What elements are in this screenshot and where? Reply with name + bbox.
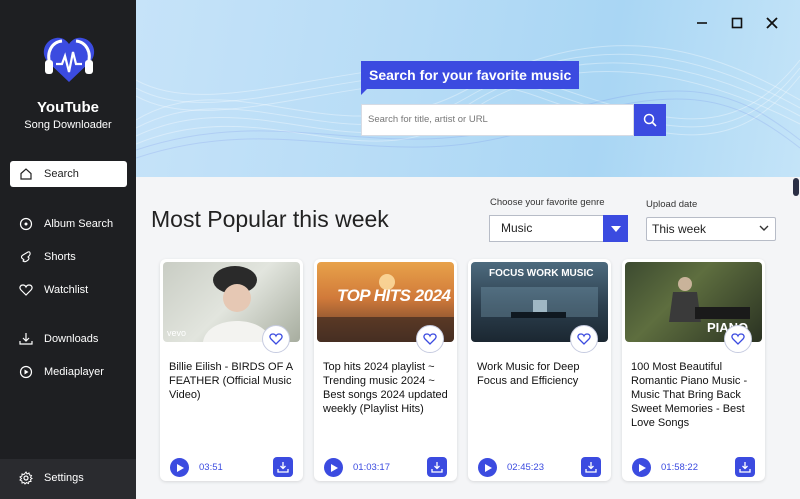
- search-input[interactable]: Search for title, artist or URL: [361, 104, 634, 136]
- sidebar-item-settings[interactable]: Settings: [10, 465, 127, 491]
- scrollbar-thumb[interactable]: [793, 178, 799, 196]
- sidebar-item-mediaplayer[interactable]: Mediaplayer: [10, 359, 127, 385]
- video-duration: 01:03:17: [353, 462, 390, 473]
- sidebar-item-label: Settings: [44, 472, 84, 484]
- upload-date-select[interactable]: This week: [646, 217, 776, 241]
- heart-icon: [18, 282, 34, 298]
- video-card[interactable]: vevo Billie Eilish - BIRDS OF A FEATHER …: [160, 259, 303, 481]
- thumbnail-label: TOP HITS 2024: [337, 286, 451, 305]
- video-title: Billie Eilish - BIRDS OF A FEATHER (Offi…: [169, 361, 293, 401]
- download-icon: [739, 462, 751, 473]
- sidebar-item-label: Search: [44, 168, 79, 180]
- play-icon: [484, 463, 492, 472]
- video-duration: 01:58:22: [661, 462, 698, 473]
- play-icon: [638, 463, 646, 472]
- sidebar-item-label: Downloads: [44, 333, 99, 345]
- upload-date-value: This week: [652, 222, 707, 236]
- video-title: Work Music for Deep Focus and Efficiency: [477, 361, 580, 387]
- download-button[interactable]: [273, 457, 293, 477]
- download-icon: [277, 462, 289, 473]
- sidebar-item-album-search[interactable]: Album Search: [10, 211, 127, 237]
- gear-icon: [18, 470, 34, 486]
- play-circle-icon: [18, 364, 34, 380]
- maximize-button[interactable]: [728, 14, 746, 32]
- sidebar-item-shorts[interactable]: Shorts: [10, 244, 127, 270]
- download-button[interactable]: [735, 457, 755, 477]
- app-logo-icon: [43, 37, 95, 82]
- thumbnail-label: FOCUS WORK MUSIC: [489, 268, 594, 279]
- search-icon: [643, 113, 657, 127]
- shorts-icon: [18, 249, 34, 265]
- search-header: Search for your favorite music Search fo…: [136, 0, 800, 177]
- play-icon: [176, 463, 184, 472]
- section-title: Most Popular this week: [151, 206, 389, 232]
- genre-value: Music: [501, 221, 533, 235]
- caret-down-icon: [603, 215, 628, 242]
- chevron-down-icon: [759, 225, 769, 231]
- sidebar-item-label: Shorts: [44, 251, 76, 263]
- thumbnail-label: vevo: [167, 328, 187, 338]
- download-icon: [585, 462, 597, 473]
- heart-icon: [423, 333, 437, 345]
- heart-icon: [577, 333, 591, 345]
- video-card[interactable]: TOP HITS 2024 Top hits 2024 playlist ~ T…: [314, 259, 457, 481]
- search-heading: Search for your favorite music: [361, 61, 580, 95]
- app-title: YouTube: [37, 99, 99, 116]
- app-subtitle: Song Downloader: [24, 119, 112, 131]
- favorite-button[interactable]: [570, 325, 598, 353]
- sidebar-item-label: Watchlist: [44, 284, 89, 296]
- download-button[interactable]: [581, 457, 601, 477]
- video-title: 100 Most Beautiful Romantic Piano Music …: [631, 361, 748, 429]
- video-card[interactable]: PIANO 100 Most Beautiful Romantic Piano …: [622, 259, 765, 481]
- sidebar-item-label: Mediaplayer: [44, 366, 104, 378]
- play-button[interactable]: [478, 458, 497, 477]
- close-button[interactable]: [763, 14, 781, 32]
- download-icon: [18, 331, 34, 347]
- heart-icon: [269, 333, 283, 345]
- sidebar-item-watchlist[interactable]: Watchlist: [10, 277, 127, 303]
- video-card[interactable]: FOCUS WORK MUSIC Work Music for Deep Foc…: [468, 259, 611, 481]
- play-button[interactable]: [632, 458, 651, 477]
- video-title: Top hits 2024 playlist ~ Trending music …: [323, 361, 448, 415]
- sidebar-item-downloads[interactable]: Downloads: [10, 326, 127, 352]
- play-icon: [330, 463, 338, 472]
- genre-label: Choose your favorite genre: [490, 197, 605, 208]
- sidebar-item-search[interactable]: Search: [10, 161, 127, 187]
- sidebar: YouTube Song Downloader Search Album Sea…: [0, 0, 136, 499]
- play-button[interactable]: [170, 458, 189, 477]
- heart-icon: [731, 333, 745, 345]
- play-button[interactable]: [324, 458, 343, 477]
- genre-select[interactable]: Music: [489, 215, 628, 242]
- search-button[interactable]: [634, 104, 666, 136]
- main-content: Most Popular this week Choose your favor…: [136, 177, 800, 499]
- sidebar-item-label: Album Search: [44, 218, 114, 230]
- download-icon: [431, 462, 443, 473]
- video-duration: 02:45:23: [507, 462, 544, 473]
- video-duration: 03:51: [199, 462, 223, 473]
- download-button[interactable]: [427, 457, 447, 477]
- minimize-button[interactable]: [693, 14, 711, 32]
- album-icon: [18, 216, 34, 232]
- favorite-button[interactable]: [262, 325, 290, 353]
- favorite-button[interactable]: [416, 325, 444, 353]
- scrollbar[interactable]: [792, 177, 800, 499]
- home-icon: [18, 166, 34, 182]
- favorite-button[interactable]: [724, 325, 752, 353]
- upload-date-label: Upload date: [646, 199, 698, 210]
